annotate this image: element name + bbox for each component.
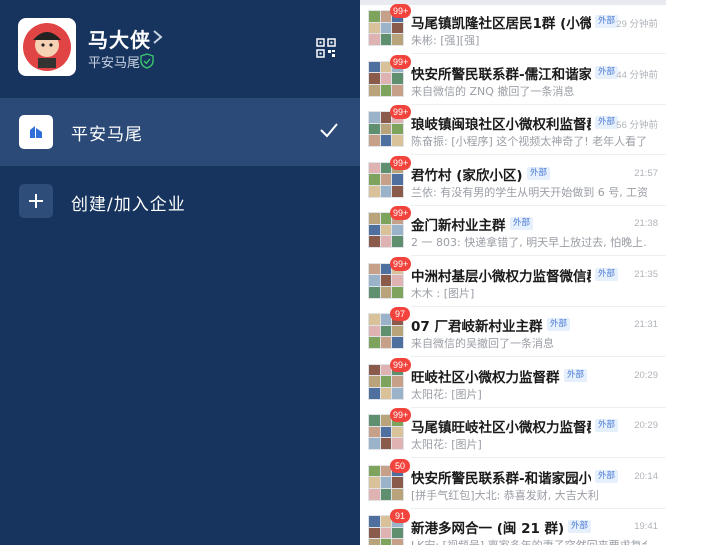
chat-preview: 来自微信的吴撤回了一条消息	[411, 337, 554, 350]
chat-time: 21:38	[634, 218, 658, 229]
chat-time: 21:57	[634, 167, 658, 179]
create-join-org-label: 创建/加入企业	[71, 195, 186, 215]
chat-list-item[interactable]: 99+ 君竹村 (家欣小区) 外部 21:57 兰依: 有没有男的学生从明天开始做到 6…	[360, 155, 666, 206]
chat-preview: 兰依: 有没有男的学生从明天开始做到 6 号, 工资 2...	[411, 185, 647, 199]
chat-list-item[interactable]: 99+ 琅岐镇闽琅社区小微权利监督群1 外部 56 分钟前陈奋振: [小程序] 这个视…	[360, 105, 666, 155]
chat-time: 29 分钟前	[616, 19, 658, 30]
chat-list-item[interactable]: 50快安所警民联系群-和谐家园小区 2 外部 20:14 [拼手气红包]大北: 恭喜发…	[360, 458, 666, 509]
org-item-label: 平安马尾	[71, 125, 143, 145]
chat-preview: [拼手气红包]大北: 恭喜发财, 大吉大利	[411, 488, 599, 502]
chat-list-item[interactable]: 97 07 厂君岐新村业主群 外部 21:31 来自微信的吴撤回了一条消息	[360, 307, 666, 357]
profile-name[interactable]: 马大侠	[88, 24, 151, 53]
external-tag: 外部	[547, 318, 571, 331]
external-tag: 外部	[595, 419, 619, 432]
external-tag: 外部	[564, 368, 588, 382]
chat-title: 07 厂君岐新村业主群	[411, 319, 543, 335]
chat-preview: 木木 : [图片]	[411, 286, 475, 300]
chat-title: 快安所警民联系群-儒江和谐家园	[411, 66, 591, 83]
chat-list-item[interactable]: 99+ 中洲村基层小微权力监督微信群 外部 21:35 木木 : [图片]	[360, 256, 666, 307]
unread-badge: 99+	[390, 105, 412, 119]
chat-time: 20:14	[634, 470, 658, 482]
chat-time: 20:29	[634, 420, 658, 431]
chat-preview: 来自微信的 ZNQ 撤回了一条消息	[411, 84, 575, 98]
create-join-org-button[interactable]: 创建/加入企业	[0, 180, 360, 224]
external-tag: 外部	[568, 520, 592, 533]
unread-badge: 99+	[390, 408, 412, 422]
chat-list-item[interactable]: 91新港多网合一 (闽 21 群)外部 19:41 LK安: [视频号] 离家多年的…	[360, 509, 666, 545]
unread-badge: 97	[390, 307, 410, 321]
org-logo-icon	[19, 115, 53, 149]
chat-title: 快安所警民联系群-和谐家园小区 2	[411, 470, 591, 487]
chat-preview: 2 一 803: 快递拿错了, 明天早上放过去, 怕晚上...	[411, 236, 647, 249]
chat-title: 新港多网合一 (闽 21 群)	[411, 521, 565, 537]
chat-list[interactable]: 99+ 马尾镇凯隆社区居民1群 (小微... 外部 29 分钟前 朱彬: [强][强] 9…	[360, 0, 666, 545]
chat-time: 21:35	[634, 268, 658, 280]
org-item-selected[interactable]: 平安马尾	[0, 98, 360, 166]
chat-time: 20:29	[634, 369, 658, 381]
unread-badge: 50	[390, 458, 410, 473]
chat-time: 19:41	[634, 521, 658, 532]
chat-time: 21:31	[634, 319, 658, 330]
chat-title: 中洲村基层小微权力监督微信群	[411, 268, 591, 285]
external-tag: 外部	[510, 217, 534, 230]
plus-icon	[19, 184, 53, 218]
avatar[interactable]	[18, 18, 76, 76]
profile-org: 平安马尾	[88, 56, 141, 71]
external-tag: 外部	[595, 469, 619, 483]
unread-badge: 99+	[390, 357, 412, 372]
chat-preview: 陈奋振: [小程序] 这个视频太神奇了! 老年人看了...	[411, 135, 647, 148]
external-tag: 外部	[595, 15, 619, 28]
unread-badge: 99+	[390, 155, 412, 170]
unread-badge: 99+	[390, 4, 412, 18]
chat-title: 金门新村业主群	[411, 218, 506, 234]
workspace-drawer: 马大侠 平安马尾 平安马尾 创建/加入企业	[0, 0, 360, 545]
chat-preview: LK安: [视频号] 离家多年的妻子突然回来要求复合	[411, 537, 647, 545]
chat-list-item[interactable]: 99+ 快安所警民联系群-儒江和谐家园 外部 44 分钟前来自微信的 ZNQ 撤回了一…	[360, 54, 666, 105]
chat-list-item[interactable]: 99+ 马尾镇旺岐社区小微权力监督群1 外部 20:29 太阳花: [图片]	[360, 408, 666, 458]
chat-title: 琅岐镇闽琅社区小微权利监督群1	[411, 117, 591, 133]
chat-time: 56 分钟前	[616, 120, 658, 131]
external-tag: 外部	[595, 65, 619, 79]
chat-list-item[interactable]: 99+ 金门新村业主群 外部 21:38 2 一 803: 快递拿错了, 明天早上放过去…	[360, 206, 666, 256]
unread-badge: 99+	[390, 256, 412, 271]
chat-title: 旺岐社区小微权力监督群	[411, 369, 560, 386]
chat-title: 马尾镇凯隆社区居民1群 (小微...	[411, 16, 591, 32]
external-tag: 外部	[595, 267, 619, 281]
external-tag: 外部	[527, 166, 551, 180]
unread-badge: 91	[390, 509, 410, 523]
chevron-right-icon	[153, 30, 163, 44]
unread-badge: 99+	[390, 206, 412, 220]
external-tag: 外部	[595, 116, 619, 129]
qr-code-icon[interactable]	[316, 38, 336, 58]
chat-preview: 太阳花: [图片]	[411, 438, 482, 451]
chat-preview: 朱彬: [强][强]	[411, 34, 480, 47]
verified-shield-icon	[140, 53, 154, 69]
unread-badge: 99+	[390, 54, 412, 69]
chat-title: 马尾镇旺岐社区小微权力监督群1	[411, 420, 591, 436]
chat-preview: 太阳花: [图片]	[411, 387, 482, 401]
chat-list-item[interactable]: 99+ 旺岐社区小微权力监督群 外部 20:29 太阳花: [图片]	[360, 357, 666, 408]
chat-time: 44 分钟前	[616, 69, 658, 81]
profile-header[interactable]: 马大侠 平安马尾	[18, 16, 348, 80]
checkmark-icon	[320, 123, 338, 138]
chat-title: 君竹村 (家欣小区)	[411, 167, 523, 184]
chat-list-item[interactable]: 99+ 马尾镇凯隆社区居民1群 (小微... 外部 29 分钟前朱彬: [强][强]	[360, 4, 666, 54]
